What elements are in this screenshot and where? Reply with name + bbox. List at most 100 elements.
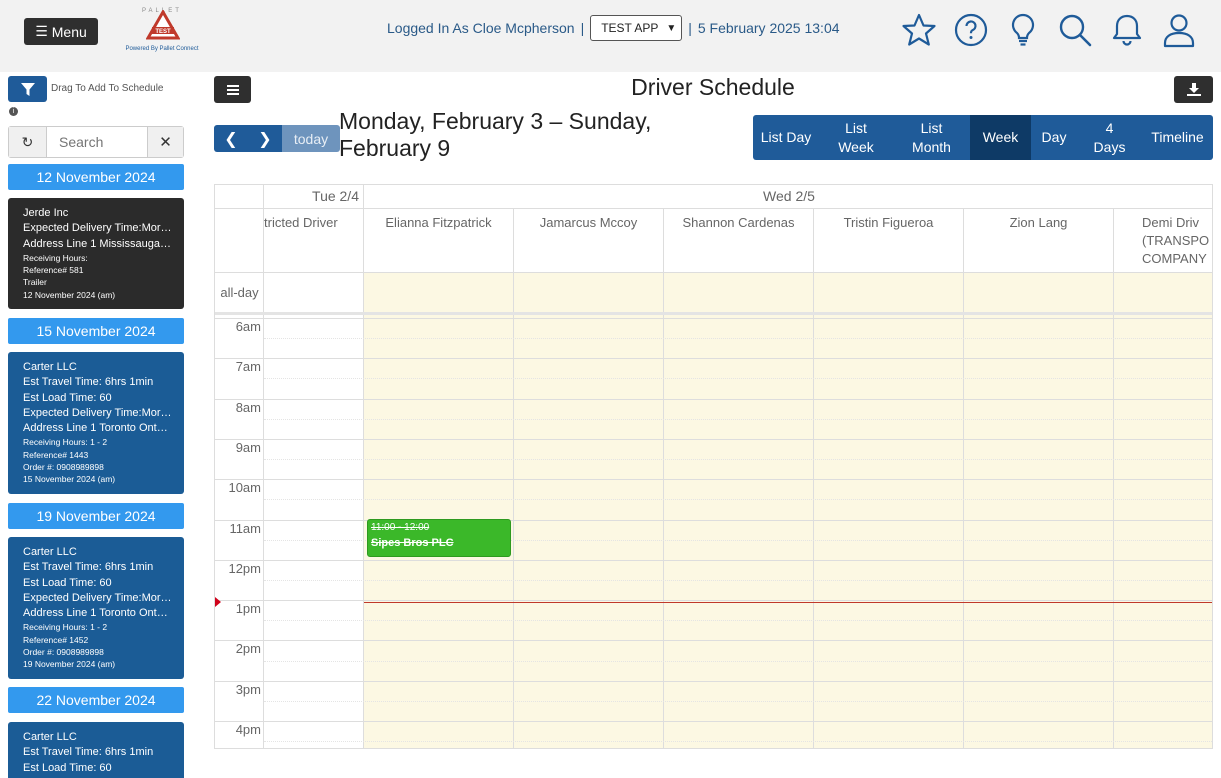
hour-label: 6am [235, 319, 261, 334]
prev-button[interactable]: ❮ [214, 125, 248, 152]
chevron-down-icon: ▼ [666, 22, 677, 34]
card-line: Expected Delivery Time:Mor… [23, 591, 172, 604]
view-day[interactable]: Day [1031, 115, 1077, 160]
card-detail: Order #: 0908989898 [23, 461, 104, 472]
search-box: ↻ ✕ [8, 126, 184, 158]
hamburger-icon: ☰ [35, 23, 48, 39]
card-line: Expected Delivery Time:Mor… [23, 406, 172, 419]
hour-line [215, 559, 1212, 561]
view-list-month[interactable]: List Month [893, 115, 970, 160]
half-hour-line [264, 459, 1212, 461]
info-icon[interactable]: i [9, 107, 18, 116]
axis-header-corner [215, 209, 264, 273]
logo-badge: TEST [155, 29, 171, 35]
event-time: 11:00 - 12:00 [371, 522, 430, 533]
app-select-value: TEST APP [601, 21, 659, 35]
unscheduled-order-card[interactable]: Carter LLC Est Travel Time: 6hrs 1min Es… [8, 722, 184, 778]
toggle-sidebar-button[interactable] [214, 76, 251, 103]
logo[interactable]: PALLET TEST Powered By Pallet Connect [118, 8, 206, 56]
half-hour-line [264, 378, 1212, 380]
date-navigation: ❮ ❯ today [214, 125, 340, 152]
resource-header: tricted Driver [264, 209, 364, 273]
card-detail: Reference# 581 [23, 265, 84, 276]
lightbulb-icon[interactable] [1004, 10, 1042, 50]
help-icon[interactable] [952, 10, 990, 50]
filter-button[interactable] [8, 76, 47, 102]
logged-in-text: Logged In As Cloe Mcpherson [387, 20, 575, 36]
refresh-button[interactable]: ↻ [9, 127, 47, 157]
hour-line [215, 398, 1212, 400]
menu-button[interactable]: ☰ Menu [24, 18, 98, 45]
hamburger-icon [226, 84, 239, 95]
hour-label: 11am [229, 520, 261, 536]
date-range-title: Monday, February 3 – Sunday, February 9 [339, 108, 652, 161]
all-day-label: all-day [220, 285, 259, 300]
download-button[interactable] [1174, 76, 1213, 103]
hour-line [215, 358, 1212, 360]
hour-line [215, 640, 1212, 642]
header-icons [900, 10, 1198, 50]
clear-search-button[interactable]: ✕ [147, 127, 183, 157]
top-header: ☰ Menu PALLET TEST Powered By Pallet Con… [0, 0, 1221, 72]
hour-label: 3pm [235, 681, 261, 697]
hour-line [215, 600, 1212, 602]
search-input[interactable] [47, 127, 147, 157]
card-detail: Receiving Hours: 1 - 2 [23, 437, 108, 448]
login-info: Logged In As Cloe Mcpherson | TEST APP ▼… [387, 15, 840, 41]
hour-label: 12pm [228, 560, 261, 576]
card-line: Est Load Time: 60 [23, 761, 112, 774]
view-switcher: List Day List Week List Month Week Day 4… [753, 115, 1213, 160]
card-detail: Order #: 0908989898 [23, 646, 104, 657]
card-line: Carter LLC [23, 361, 77, 373]
resource-header: Elianna Fitzpatrick [364, 209, 514, 273]
view-4-days[interactable]: 4 Days [1077, 115, 1142, 160]
user-icon[interactable] [1160, 10, 1198, 50]
half-hour-line [264, 579, 1212, 581]
scheduled-event[interactable]: 11:00 - 12:00 Sipes Bros PLC [367, 519, 511, 557]
view-timeline[interactable]: Timeline [1142, 115, 1213, 160]
card-line: Address Line 1 Toronto Ont… [23, 607, 168, 620]
hour-label: 8am [235, 399, 261, 415]
view-week[interactable]: Week [970, 115, 1031, 160]
day-header[interactable]: Tue 2/4 [264, 185, 364, 209]
view-list-day[interactable]: List Day [753, 115, 819, 160]
half-hour-line [264, 338, 1212, 340]
all-day-row[interactable] [215, 273, 1212, 315]
event-title: Sipes Bros PLC [371, 537, 454, 549]
unscheduled-order-card[interactable]: Carter LLC Est Travel Time: 6hrs 1min Es… [8, 537, 184, 679]
half-hour-line [264, 741, 1212, 743]
star-icon[interactable] [900, 10, 938, 50]
separator: | [688, 20, 692, 36]
card-line: Est Load Time: 60 [23, 391, 112, 404]
chevron-left-icon: ❮ [224, 130, 238, 148]
schedule-calendar: Tue 2/4 Wed 2/5 tricted Driver Elianna F… [214, 184, 1213, 749]
next-button[interactable]: ❯ [248, 125, 282, 152]
view-list-week[interactable]: List Week [819, 115, 893, 160]
card-line: Jerde Inc [23, 207, 69, 219]
page-title: Driver Schedule [631, 74, 795, 100]
card-line: Est Travel Time: 6hrs 1min [23, 376, 154, 389]
unscheduled-order-card[interactable]: Jerde Inc Expected Delivery Time:Mor… Ad… [8, 198, 184, 309]
chevron-right-icon: ❯ [258, 130, 272, 148]
unscheduled-order-card[interactable]: Carter LLC Est Travel Time: 6hrs 1min Es… [8, 352, 184, 494]
app-select[interactable]: TEST APP ▼ [590, 15, 683, 41]
today-button[interactable]: today [282, 125, 340, 152]
close-icon: ✕ [159, 134, 172, 151]
bell-icon[interactable] [1108, 10, 1146, 50]
card-line: Est Travel Time: 6hrs 1min [23, 561, 154, 574]
resource-header: Jamarcus Mccoy [514, 209, 664, 273]
card-line: Est Travel Time: 6hrs 1min [23, 746, 154, 759]
search-icon[interactable] [1056, 10, 1094, 50]
card-detail: Receiving Hours: [23, 252, 88, 263]
hour-label: 7am [235, 359, 261, 375]
menu-label: Menu [51, 23, 87, 40]
resource-header: Demi Driv (TRANSPO COMPANY [1114, 209, 1212, 273]
logo-triangle-icon: TEST [146, 10, 180, 40]
half-hour-line [264, 620, 1212, 622]
date-group-header: 12 November 2024 [8, 164, 184, 190]
unscheduled-sidebar: Drag To Add To Schedule i ↻ ✕ 12 Novembe… [0, 72, 200, 778]
day-header[interactable]: Wed 2/5 [364, 185, 1212, 209]
current-time-indicator [364, 602, 1212, 603]
separator: | [580, 20, 585, 36]
hour-line [215, 479, 1212, 481]
